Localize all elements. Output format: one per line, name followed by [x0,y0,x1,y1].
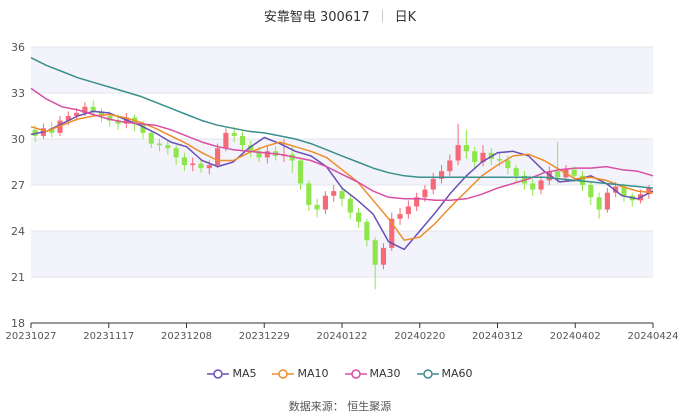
x-tick-label: 20240402 [550,331,601,342]
candle [414,192,420,212]
candle-body [422,189,428,198]
candle-body [223,132,229,149]
legend-marker-icon [416,369,439,379]
candle-body [215,148,221,166]
candle-body [356,212,362,222]
candle [356,208,362,228]
legend-item-ma5[interactable]: MA5 [207,367,256,380]
candle-body [380,247,387,265]
x-tick-label: 20231208 [161,331,212,342]
candle-body [447,160,453,172]
candle-body [331,191,337,196]
candle-body [231,132,237,136]
candle-body [505,160,511,169]
data-source: 数据来源： 恒生聚源 [288,400,392,413]
candle-body [571,169,577,176]
candle-body [165,145,171,149]
candle [405,200,411,219]
legend-marker-icon [207,369,230,379]
legend-label: MA30 [369,367,401,380]
x-tick-label: 20231027 [6,331,57,342]
x-tick-label: 20240122 [317,331,368,342]
candle-body [206,165,212,169]
y-tick-label: 30 [11,133,25,146]
candle [372,237,378,290]
candle [629,192,635,207]
candle-body [181,157,187,166]
candle-body [372,240,378,265]
candle-body [604,192,610,210]
grid-lines [31,46,653,324]
candle [347,194,353,219]
candle [322,191,328,215]
candle-body [148,132,154,144]
grid-band [31,47,653,93]
legend-label: MA5 [232,367,257,380]
candle-body [190,163,196,166]
candle-body [555,171,561,178]
legend-item-ma60[interactable]: MA60 [416,367,473,380]
candle-body [297,160,304,184]
candle-body [455,145,461,161]
candle [389,212,395,251]
legend-marker-icon [344,369,367,379]
candle-body [430,178,436,190]
grid-band [31,139,653,185]
candle [331,185,337,202]
candle [314,198,320,218]
candle [397,208,403,225]
candle [604,188,610,213]
legend-label: MA60 [441,367,473,380]
x-tick-label: 20231229 [239,331,290,342]
legend-item-ma10[interactable]: MA10 [272,367,329,380]
candle-body [596,197,602,210]
candle-body [173,148,179,158]
candle-body [364,221,370,241]
grid-band [31,231,653,277]
x-tick-label: 20240424 [628,331,679,342]
candle-body [156,143,163,146]
candle-body [397,214,403,219]
candle-body [239,135,246,146]
legend-label: MA10 [297,367,329,380]
candle [306,180,312,212]
x-tick-label: 20240220 [394,331,445,342]
legend-item-ma30[interactable]: MA30 [344,367,401,380]
candle-body [347,198,353,213]
candle-body [530,183,536,190]
candle-body [513,168,519,176]
x-tick-label: 20240312 [472,331,523,342]
y-tick-label: 27 [11,179,25,192]
candle-body [538,180,544,190]
candle-body [463,145,469,152]
candle-body [314,204,320,210]
y-tick-label: 21 [11,271,25,284]
candle-body [339,191,345,199]
legend-marker-icon [272,369,295,379]
candle-body [405,206,411,215]
candle-body [497,158,503,161]
candle-body [472,151,478,162]
kline-chart: 18 21 24 27 30 33 36 20231027 20231117 20231208 20… [6,41,679,342]
candle-body [588,185,594,198]
legend: MA5 MA10 MA30 MA60 [0,367,680,380]
candle [588,181,594,205]
candle-body [306,183,312,205]
y-tick-label: 18 [11,317,25,330]
y-tick-label: 24 [11,225,25,238]
candle [596,192,602,219]
candle-body [198,163,204,169]
candle-body [322,195,328,210]
x-tick-label: 20231117 [83,331,134,342]
y-tick-label: 33 [11,87,25,100]
y-tick-label: 36 [11,41,25,54]
